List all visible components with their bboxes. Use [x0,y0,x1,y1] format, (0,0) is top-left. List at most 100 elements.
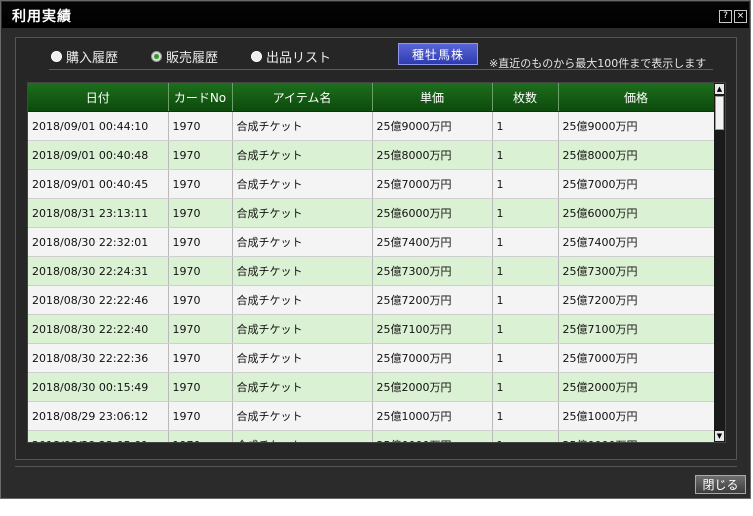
cell-item-name: 合成チケット [232,372,373,402]
title-bar: 利用実績 ? × [2,2,749,28]
cell-unit-price: 25億7000万円 [372,169,493,199]
cell-unit-price: 25億6000万円 [372,198,493,228]
scroll-thumb[interactable] [715,96,724,130]
cell-price: 25億7300万円 [558,256,715,286]
tab-label: 販売履歴 [166,51,219,66]
cell-unit-price: 25億7200万円 [372,285,493,315]
cell-card-no: 1970 [168,343,233,373]
cell-unit-price: 25億7100万円 [372,314,493,344]
vertical-scrollbar[interactable]: ▲ ▼ [714,83,725,442]
cell-quantity: 1 [492,111,559,141]
cell-quantity: 1 [492,285,559,315]
table-row[interactable]: 2018/08/31 23:13:11 1970 合成チケット 25億6000万円 1 2… [28,198,715,228]
cell-unit-price: 25億1000万円 [372,401,493,431]
tab-label: 購入履歴 [66,51,119,66]
column-header-unit-price[interactable]: 単価 [372,83,493,112]
cell-date: 2018/08/30 22:22:46 [28,285,169,315]
table-header-row: 日付 カードNo アイテム名 単価 枚数 価格 [28,83,715,112]
cell-quantity: 1 [492,372,559,402]
close-button[interactable]: 閉じる [695,475,746,494]
cell-unit-price: 25億0000万円 [372,430,493,442]
footer-divider [15,466,737,467]
cell-item-name: 合成チケット [232,285,373,315]
column-header-quantity[interactable]: 枚数 [492,83,559,112]
cell-price: 25億8000万円 [558,140,715,170]
cell-unit-price: 25億2000万円 [372,372,493,402]
cell-quantity: 1 [492,140,559,170]
cell-date: 2018/09/01 00:40:48 [28,140,169,170]
table-row[interactable]: 2018/08/29 23:06:12 1970 合成チケット 25億1000万円 1 2… [28,401,715,431]
tab-sales-history[interactable]: 販売履歴 [151,47,218,66]
cell-card-no: 1970 [168,314,233,344]
cell-price: 25億0000万円 [558,430,715,442]
scroll-up-icon[interactable]: ▲ [715,84,724,94]
history-table-container: 日付 カードNo アイテム名 単価 枚数 価格 2018/09/01 00:44… [27,82,726,443]
cell-price: 25億9000万円 [558,111,715,141]
cell-card-no: 1970 [168,372,233,402]
cell-item-name: 合成チケット [232,256,373,286]
table-row[interactable]: 2018/08/30 22:22:46 1970 合成チケット 25億7200万円 1 2… [28,285,715,315]
cell-date: 2018/08/30 22:24:31 [28,256,169,286]
table-row[interactable]: 2018/08/29 23:05:011970合成チケット25億0000万円12… [28,430,715,442]
cell-quantity: 1 [492,343,559,373]
column-header-price[interactable]: 価格 [558,83,715,112]
cell-date: 2018/09/01 00:40:45 [28,169,169,199]
cell-item-name: 合成チケット [232,111,373,141]
cell-item-name: 合成チケット [232,430,373,442]
cell-unit-price: 25億9000万円 [372,111,493,141]
help-icon[interactable]: ? [719,10,732,23]
radio-icon [51,51,62,62]
table-row[interactable]: 2018/08/30 22:24:31 1970 合成チケット 25億7300万円 1 2… [28,256,715,286]
cell-date: 2018/08/30 22:32:01 [28,227,169,257]
cell-quantity: 1 [492,169,559,199]
tab-listing[interactable]: 出品リスト [251,47,331,66]
cell-card-no: 1970 [168,198,233,228]
cell-price: 25億7400万円 [558,227,715,257]
cell-card-no: 1970 [168,111,233,141]
tab-purchase-history[interactable]: 購入履歴 [51,47,118,66]
cell-quantity: 1 [492,314,559,344]
cell-quantity: 1 [492,401,559,431]
cell-date: 2018/09/01 00:44:10 [28,111,169,141]
column-header-item-name[interactable]: アイテム名 [232,83,373,112]
table-row[interactable]: 2018/09/01 00:44:10 1970 合成チケット 25億9000万円 1 2… [28,111,715,141]
cell-date: 2018/08/30 22:22:36 [28,343,169,373]
cell-item-name: 合成チケット [232,343,373,373]
tab-label: 出品リスト [266,51,332,66]
cell-quantity: 1 [492,430,559,442]
cell-quantity: 1 [492,198,559,228]
radio-icon [251,51,262,62]
table-row[interactable]: 2018/08/30 22:32:01 1970 合成チケット 25億7400万円 1 2… [28,227,715,257]
stallion-stock-button[interactable]: 種牡馬株 [398,43,478,65]
history-window: 利用実績 ? × 購入履歴 販売履歴 出品リスト 種牡馬株 ※直近のものから最大… [0,0,751,499]
table-row[interactable]: 2018/09/01 00:40:45 1970 合成チケット 25億7000万円 1 2… [28,169,715,199]
close-icon[interactable]: × [734,10,747,23]
cell-item-name: 合成チケット [232,401,373,431]
display-limit-note: ※直近のものから最大100件まで表示します [489,57,707,70]
cell-price: 25億2000万円 [558,372,715,402]
cell-date: 2018/08/30 00:15:49 [28,372,169,402]
cell-date: 2018/08/29 23:06:12 [28,401,169,431]
cell-unit-price: 25億8000万円 [372,140,493,170]
cell-price: 25億7000万円 [558,343,715,373]
radio-selected-icon [151,51,162,62]
table-row[interactable]: 2018/09/01 00:40:48 1970 合成チケット 25億8000万円 1 2… [28,140,715,170]
table-row[interactable]: 2018/08/30 22:22:36 1970 合成チケット 25億7000万円 1 2… [28,343,715,373]
table-row[interactable]: 2018/08/30 00:15:49 1970 合成チケット 25億2000万円 1 2… [28,372,715,402]
column-header-date[interactable]: 日付 [28,83,169,112]
cell-item-name: 合成チケット [232,169,373,199]
cell-price: 25億7200万円 [558,285,715,315]
table-row[interactable]: 2018/08/30 22:22:40 1970 合成チケット 25億7100万円 1 2… [28,314,715,344]
cell-item-name: 合成チケット [232,227,373,257]
history-table: 日付 カードNo アイテム名 単価 枚数 価格 2018/09/01 00:44… [28,83,715,442]
cell-item-name: 合成チケット [232,198,373,228]
cell-price: 25億6000万円 [558,198,715,228]
cell-item-name: 合成チケット [232,140,373,170]
scroll-down-icon[interactable]: ▼ [715,431,724,441]
cell-price: 25億1000万円 [558,401,715,431]
column-header-card-no[interactable]: カードNo [168,83,233,112]
cell-quantity: 1 [492,256,559,286]
cell-date: 2018/08/30 22:22:40 [28,314,169,344]
cell-date: 2018/08/31 23:13:11 [28,198,169,228]
cell-card-no: 1970 [168,140,233,170]
